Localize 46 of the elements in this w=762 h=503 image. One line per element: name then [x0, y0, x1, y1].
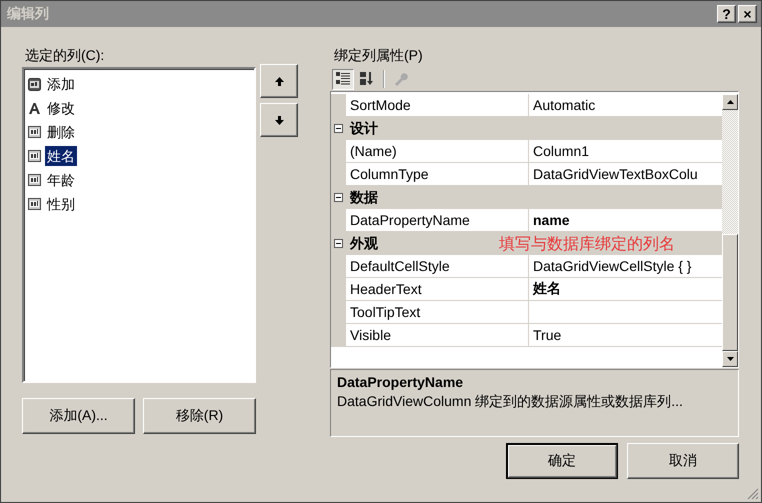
column-item[interactable]: 删除: [45, 122, 77, 142]
column-item[interactable]: 添加: [45, 74, 77, 94]
category-name: 外观: [350, 234, 378, 252]
scrollbar[interactable]: [722, 94, 738, 367]
property-name[interactable]: Visible: [346, 324, 529, 347]
textbox-control-icon: [28, 126, 41, 138]
categorized-icon: [336, 72, 350, 86]
scroll-up-button[interactable]: [722, 94, 738, 110]
column-item[interactable]: 性别: [45, 194, 77, 214]
column-item[interactable]: 修改: [45, 98, 77, 118]
textbox-control-icon: [28, 198, 41, 210]
column-item[interactable]: 姓名: [45, 146, 77, 166]
label-control-icon: [28, 102, 41, 114]
collapse-icon[interactable]: [334, 239, 343, 248]
column-item[interactable]: 年龄: [45, 170, 77, 190]
category-name: 设计: [350, 120, 378, 138]
properties-label: 绑定列属性(P): [333, 46, 424, 65]
ok-button[interactable]: 确定: [506, 443, 618, 479]
down-arrow-icon: [274, 116, 284, 124]
move-down-button[interactable]: [260, 103, 298, 137]
collapse-icon[interactable]: [334, 193, 343, 202]
sort-icon: [360, 72, 374, 86]
button-control-icon: [28, 78, 41, 90]
wrench-icon: [394, 72, 408, 86]
move-up-button[interactable]: [260, 64, 298, 98]
resize-grip-icon[interactable]: [747, 488, 759, 500]
scroll-thumb[interactable]: [722, 234, 738, 351]
remove-button[interactable]: 移除(R): [143, 398, 256, 434]
cancel-button[interactable]: 取消: [627, 443, 739, 479]
help-button[interactable]: ?: [717, 5, 736, 23]
categorized-button[interactable]: [332, 68, 354, 90]
category-name: 数据: [350, 188, 378, 206]
description-text: DataGridViewColumn 绑定到的数据源属性或数据库列...: [337, 393, 684, 411]
scroll-down-icon[interactable]: [726, 357, 734, 361]
textbox-control-icon: [28, 174, 41, 186]
window-title: 编辑列: [7, 5, 50, 23]
collapse-icon[interactable]: [334, 124, 343, 133]
scroll-down-button[interactable]: [722, 351, 738, 367]
annotation-text: 填写与数据库绑定的列名: [499, 234, 675, 255]
add-button[interactable]: 添加(A)...: [22, 398, 135, 434]
up-arrow-icon: [274, 76, 284, 86]
close-button[interactable]: ×: [738, 5, 757, 23]
textbox-control-icon: [28, 150, 41, 162]
columns-label: 选定的列(C):: [24, 46, 106, 65]
description-title: DataPropertyName: [337, 374, 464, 390]
scroll-up-icon[interactable]: [726, 100, 734, 104]
